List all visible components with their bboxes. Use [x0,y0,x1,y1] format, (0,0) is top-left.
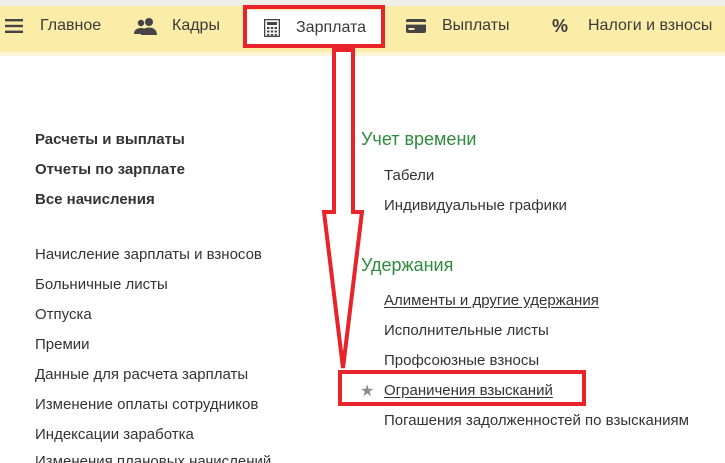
link-debt-repayments[interactable]: Погашения задолженностей по взысканиям [384,412,689,429]
menu-divider [0,52,725,56]
calculator-icon [260,18,284,38]
link-salary-accrual[interactable]: Начисление зарплаты и взносов [35,246,262,263]
favorite-star-icon[interactable]: ★ [360,381,374,401]
section-title-time-tracking: Учет времени [361,129,477,149]
menu-item-label: Выплаты [442,17,510,34]
link-planned-accrual-changes[interactable]: Изменения плановых начислений [35,453,271,463]
people-icon [134,16,158,36]
menu-item-label: Зарплата [296,19,367,36]
menu-item-salary[interactable]: Зарплата [246,10,381,46]
section-title-deductions: Удержания [361,255,454,275]
link-all-accruals[interactable]: Все начисления [35,191,155,208]
link-vacations[interactable]: Отпуска [35,306,92,323]
link-union-dues[interactable]: Профсоюзные взносы [384,352,539,369]
link-salary-reports[interactable]: Отчеты по зарплате [35,161,185,178]
menu-item-main[interactable]: Главное [2,6,101,46]
menu-item-label: Налоги и взносы [588,17,713,34]
link-collection-limits[interactable]: Ограничения взысканий [384,382,553,399]
percent-icon: % [551,15,568,36]
link-alimony-deductions[interactable]: Алименты и другие удержания [384,292,599,309]
hamburger-icon [2,16,26,36]
card-icon [404,16,428,36]
menu-item-label: Главное [40,17,102,34]
link-earnings-indexation[interactable]: Индексации заработка [35,426,194,443]
menu-item-taxes[interactable]: % Налоги и взносы [548,6,712,46]
menu-item-label: Кадры [172,17,220,34]
link-sick-leaves[interactable]: Больничные листы [35,276,168,293]
link-writs-of-execution[interactable]: Исполнительные листы [384,322,549,339]
link-pay-changes[interactable]: Изменение оплаты сотрудников [35,396,258,413]
link-salary-data[interactable]: Данные для расчета зарплаты [35,366,248,383]
link-timesheets[interactable]: Табели [384,167,434,184]
link-calculations-payments[interactable]: Расчеты и выплаты [35,131,185,148]
link-bonuses[interactable]: Премии [35,336,90,353]
menu-item-payments[interactable]: Выплаты [404,6,510,46]
menu-item-staff[interactable]: Кадры [134,6,220,46]
link-individual-schedules[interactable]: Индивидуальные графики [384,197,567,214]
